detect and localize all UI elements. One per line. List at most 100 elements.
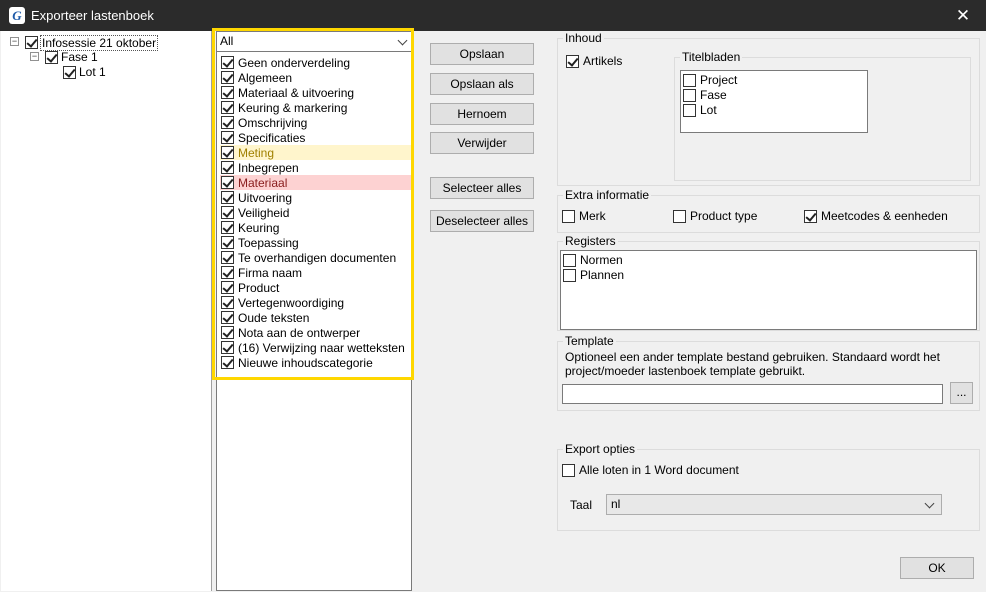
tree-node-fase-checkbox[interactable]	[45, 51, 58, 64]
register-plannen-checkbox[interactable]: Plannen	[563, 268, 624, 282]
artikels-label: Artikels	[583, 54, 623, 68]
registers-list: Normen Plannen	[560, 250, 977, 330]
category-label: Keuring & markering	[238, 100, 348, 115]
category-item[interactable]: Geen onderverdeling	[220, 55, 411, 70]
category-item[interactable]: Oude teksten	[220, 310, 411, 325]
window-title: Exporteer lastenboek	[31, 8, 154, 23]
delete-button[interactable]: Verwijder	[430, 132, 534, 154]
deselect-all-button[interactable]: Deselecteer alles	[430, 210, 534, 232]
register-normen-box[interactable]	[563, 253, 576, 267]
tree-node-infosessie-label[interactable]: Infosessie 21 oktober	[40, 35, 159, 51]
category-item[interactable]: Meting	[220, 145, 411, 160]
category-item[interactable]: Nota aan de ontwerper	[220, 325, 411, 340]
save-button[interactable]: Opslaan	[430, 43, 534, 65]
project-tree: − Infosessie 21 oktober − Fase 1 Lot 1	[1, 31, 212, 591]
tree-node-lot-label[interactable]: Lot 1	[78, 65, 107, 79]
category-checkbox[interactable]	[221, 161, 234, 174]
select-all-button[interactable]: Selecteer alles	[430, 177, 534, 199]
category-checkbox[interactable]	[221, 341, 234, 354]
category-checkbox[interactable]	[221, 101, 234, 114]
category-checkbox[interactable]	[221, 56, 234, 69]
category-item[interactable]: Te overhandigen documenten	[220, 250, 411, 265]
meetcodes-checkbox[interactable]: Meetcodes & eenheden	[804, 209, 948, 223]
category-checkbox[interactable]	[221, 131, 234, 144]
alle-loten-box[interactable]	[562, 463, 575, 477]
category-item[interactable]: (16) Verwijzing naar wetteksten	[220, 340, 411, 355]
titelblad-lot-checkbox[interactable]: Lot	[683, 103, 717, 117]
category-label: Geen onderverdeling	[238, 55, 351, 70]
category-checkbox[interactable]	[221, 176, 234, 189]
category-checkbox[interactable]	[221, 221, 234, 234]
alle-loten-checkbox[interactable]: Alle loten in 1 Word document	[562, 463, 739, 477]
artikels-checkbox-box[interactable]	[566, 54, 579, 68]
category-item[interactable]: Materiaal	[220, 175, 411, 190]
merk-box[interactable]	[562, 209, 575, 223]
titelblad-fase-box[interactable]	[683, 88, 696, 102]
template-path-input[interactable]	[562, 384, 943, 404]
register-normen-checkbox[interactable]: Normen	[563, 253, 623, 267]
category-item[interactable]: Vertegenwoordiging	[220, 295, 411, 310]
category-filter-select[interactable]: All	[217, 32, 411, 52]
inhoud-title: Inhoud	[563, 31, 604, 45]
chevron-down-icon[interactable]	[924, 498, 935, 509]
category-item[interactable]: Materiaal & uitvoering	[220, 85, 411, 100]
collapse-icon[interactable]: −	[10, 37, 19, 46]
category-checkbox[interactable]	[221, 236, 234, 249]
titelblad-project-label: Project	[700, 73, 738, 87]
category-checkbox[interactable]	[221, 86, 234, 99]
rename-button[interactable]: Hernoem	[430, 103, 534, 125]
merk-checkbox[interactable]: Merk	[562, 209, 606, 223]
category-item[interactable]: Uitvoering	[220, 190, 411, 205]
category-list: Geen onderverdeling Algemeen Materiaal & u…	[220, 55, 411, 370]
save-as-button[interactable]: Opslaan als	[430, 73, 534, 95]
titelblad-lot-box[interactable]	[683, 103, 696, 117]
product-type-box[interactable]	[673, 209, 686, 223]
titelblad-project-box[interactable]	[683, 73, 696, 87]
ok-button[interactable]: OK	[900, 557, 974, 579]
browse-button[interactable]: ...	[950, 382, 973, 404]
product-type-checkbox[interactable]: Product type	[673, 209, 757, 223]
register-plannen-box[interactable]	[563, 268, 576, 282]
titelblad-fase-checkbox[interactable]: Fase	[683, 88, 727, 102]
category-item[interactable]: Algemeen	[220, 70, 411, 85]
category-checkbox[interactable]	[221, 191, 234, 204]
category-item[interactable]: Nieuwe inhoudscategorie	[220, 355, 411, 370]
tree-node-fase-label[interactable]: Fase 1	[60, 50, 99, 64]
artikels-checkbox[interactable]: Artikels	[566, 54, 622, 68]
titelbladen-group: Titelbladen Project Fase Lot	[674, 50, 971, 181]
category-item[interactable]: Toepassing	[220, 235, 411, 250]
category-checkbox[interactable]	[221, 206, 234, 219]
titelblad-project-checkbox[interactable]: Project	[683, 73, 737, 87]
category-checkbox[interactable]	[221, 116, 234, 129]
category-item[interactable]: Product	[220, 280, 411, 295]
taal-select[interactable]: nl	[606, 494, 942, 515]
chevron-down-icon[interactable]	[397, 35, 408, 46]
close-icon[interactable]: ✕	[940, 0, 986, 31]
category-item[interactable]: Firma naam	[220, 265, 411, 280]
category-checkbox[interactable]	[221, 311, 234, 324]
category-checkbox[interactable]	[221, 296, 234, 309]
collapse-icon[interactable]: −	[30, 52, 39, 61]
category-label: Product	[238, 280, 280, 295]
category-checkbox[interactable]	[221, 266, 234, 279]
category-checkbox[interactable]	[221, 281, 234, 294]
category-item[interactable]: Keuring	[220, 220, 411, 235]
extra-info-title: Extra informatie	[563, 188, 652, 202]
category-item[interactable]: Omschrijving	[220, 115, 411, 130]
category-item[interactable]: Specificaties	[220, 130, 411, 145]
category-checkbox[interactable]	[221, 251, 234, 264]
category-checkbox[interactable]	[221, 326, 234, 339]
category-item[interactable]: Inbegrepen	[220, 160, 411, 175]
category-item[interactable]: Keuring & markering	[220, 100, 411, 115]
registers-group: Registers Normen Plannen	[557, 234, 980, 331]
category-label: Oude teksten	[238, 310, 310, 325]
category-label: Nota aan de ontwerper	[238, 325, 361, 340]
tree-node-lot-checkbox[interactable]	[63, 66, 76, 79]
category-item[interactable]: Veiligheid	[220, 205, 411, 220]
category-checkbox[interactable]	[221, 356, 234, 369]
tree-node-infosessie-checkbox[interactable]	[25, 36, 38, 49]
category-panel: All Geen onderverdeling Algemeen Materiaal…	[216, 31, 412, 591]
category-checkbox[interactable]	[221, 146, 234, 159]
category-checkbox[interactable]	[221, 71, 234, 84]
meetcodes-box[interactable]	[804, 209, 817, 223]
